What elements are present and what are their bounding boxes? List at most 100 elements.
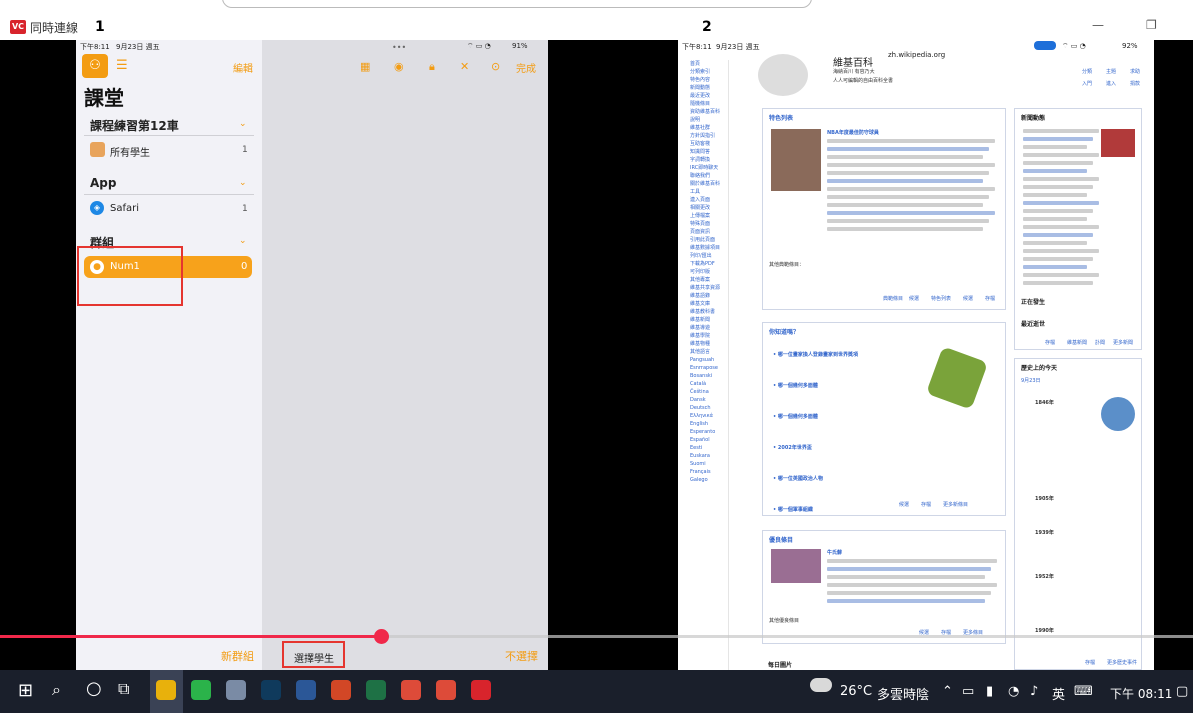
featured-link-5[interactable]: 存檔 [985, 295, 995, 303]
wiki-side-link[interactable]: 字詞轉換 [690, 156, 730, 164]
mute-icon[interactable]: ✕ [460, 60, 469, 73]
wiki-side-link[interactable]: IRC即時聊天 [690, 164, 730, 172]
dyk-link-3[interactable]: 更多新條目 [943, 501, 968, 509]
history-link-2[interactable]: 更多歷史事件 [1107, 659, 1137, 667]
wiki-side-link[interactable]: Deutsch [690, 404, 730, 412]
wiki-side-link[interactable]: Pangsuah [690, 356, 730, 364]
deselect-button[interactable]: 不選擇 [505, 648, 538, 664]
wiki-side-link[interactable]: 隨機條目 [690, 100, 730, 108]
featured-link[interactable]: NBA年度最佳防守球員 [827, 129, 879, 137]
wiki-side-link[interactable]: Suomi [690, 460, 730, 468]
ime-indicator[interactable]: 英 [1052, 684, 1065, 703]
wiki-side-link[interactable]: 列印/匯出 [690, 252, 730, 260]
wifi-icon[interactable]: ◔ [1008, 684, 1019, 699]
news-link-1[interactable]: 存檔 [1045, 339, 1055, 347]
wiki-side-link[interactable]: 特殊頁面 [690, 220, 730, 228]
notification-icon[interactable]: ▢ [1176, 684, 1188, 699]
wiki-side-link[interactable]: 說明 [690, 116, 730, 124]
tray-expand-icon[interactable]: ⌃ [942, 684, 953, 699]
history-link-1[interactable]: 存檔 [1085, 659, 1095, 667]
dyk-item[interactable]: • 2002年世界盃 [773, 434, 1001, 453]
restore-icon[interactable]: ❐ [1146, 18, 1157, 32]
wiki-side-link[interactable]: Ελληνικά [690, 412, 730, 420]
new-group-button[interactable]: 新群組 [221, 648, 254, 664]
keyboard-icon[interactable]: ⌨ [1074, 684, 1093, 699]
wiki-side-link[interactable]: 維基文庫 [690, 300, 730, 308]
top-link-categories[interactable]: 分類 [1082, 68, 1092, 76]
wiki-side-link[interactable]: 工具 [690, 188, 730, 196]
wiki-side-link[interactable]: 方針與指引 [690, 132, 730, 140]
line-icon[interactable] [185, 670, 218, 713]
wiki-side-link[interactable]: Esperanto [690, 428, 730, 436]
eye-icon[interactable]: ◉ [394, 60, 404, 73]
done-button[interactable]: 完成 [516, 60, 536, 75]
chevron-down-icon[interactable]: ⌄ [239, 236, 247, 246]
address-bar[interactable]: zh.wikipedia.org [888, 51, 945, 59]
wiki-side-link[interactable]: 維基物種 [690, 340, 730, 348]
dyk-link-2[interactable]: 存檔 [921, 501, 931, 509]
good-link[interactable]: 牛氏蘚 [827, 549, 842, 557]
excel-icon[interactable] [360, 670, 393, 713]
wiki-side-link[interactable]: 關於維基百科 [690, 180, 730, 188]
news-link-3[interactable]: 訃聞 [1095, 339, 1105, 347]
wiki-side-link[interactable]: 維基社群 [690, 124, 730, 132]
task-view-icon[interactable]: ⧉ [118, 679, 129, 699]
wiki-side-link[interactable]: 特色內容 [690, 76, 730, 84]
wiki-side-link[interactable]: Esnrrapose [690, 364, 730, 372]
chevron-down-icon[interactable]: ⌄ [239, 178, 247, 188]
sidebar-item-safari[interactable]: Safari [110, 203, 139, 214]
students-view-icon[interactable]: ⚇ [82, 54, 108, 78]
wiki-side-link[interactable]: 可列印版 [690, 268, 730, 276]
top-search-pill[interactable] [222, 0, 812, 8]
edit-button[interactable]: 編輯 [233, 60, 253, 75]
featured-link-1[interactable]: 典範條目 [883, 295, 903, 303]
wiki-side-link[interactable]: Bosanski [690, 372, 730, 380]
volume-icon[interactable]: ♪ [1030, 684, 1038, 699]
cortana-icon[interactable]: ○ [86, 678, 102, 699]
wiki-side-link[interactable]: English [690, 420, 730, 428]
wiki-side-link[interactable]: 最近更改 [690, 92, 730, 100]
wiki-side-link[interactable]: 維基共享資源 [690, 284, 730, 292]
history-date[interactable]: 9月23日 [1021, 377, 1041, 385]
wiki-side-link[interactable]: 連入頁面 [690, 196, 730, 204]
top-link-help[interactable]: 求助 [1130, 68, 1140, 76]
wiki-side-link[interactable]: 引用此頁面 [690, 236, 730, 244]
wiki-side-link[interactable]: 聯絡我們 [690, 172, 730, 180]
wiki-side-link[interactable]: Euskara [690, 452, 730, 460]
wiki-side-link[interactable]: 頁面資訊 [690, 228, 730, 236]
list-view-icon[interactable]: ☰ [116, 58, 128, 73]
wiki-side-link[interactable]: Galego [690, 476, 730, 484]
wiki-side-link[interactable]: Čeština [690, 388, 730, 396]
dyk-link-1[interactable]: 候選 [899, 501, 909, 509]
wiki-side-link[interactable]: Dansk [690, 396, 730, 404]
chrome-icon[interactable] [395, 670, 428, 713]
wiki-side-link[interactable]: 上傳檔案 [690, 212, 730, 220]
wiki-side-link[interactable]: 維基學院 [690, 332, 730, 340]
app-icon[interactable] [465, 670, 498, 713]
wiki-side-link[interactable]: 首頁 [690, 60, 730, 68]
wiki-side-link[interactable]: Français [690, 468, 730, 476]
wiki-side-link[interactable]: 相關更改 [690, 204, 730, 212]
screen-icon[interactable] [255, 670, 288, 713]
wiki-side-link[interactable]: 下載為PDF [690, 260, 730, 268]
windows-start-icon[interactable]: ⊞ [18, 680, 33, 701]
minimize-icon[interactable]: — [1092, 18, 1104, 32]
chevron-down-icon[interactable]: ⌄ [239, 119, 247, 129]
wiki-side-link[interactable]: 維基新聞 [690, 316, 730, 324]
tray-app-icon[interactable]: ▭ [962, 684, 974, 699]
wiki-side-link[interactable]: 知識問答 [690, 148, 730, 156]
wiki-side-link[interactable]: Català [690, 380, 730, 388]
powerpoint-icon[interactable] [325, 670, 358, 713]
word-icon[interactable] [290, 670, 323, 713]
sidebar-item-all-students[interactable]: 所有學生 [110, 144, 150, 159]
grid-icon[interactable]: ▦ [360, 60, 370, 73]
wiki-side-link[interactable]: Eesti [690, 444, 730, 452]
taskbar-clock[interactable]: 下午 08:11 [1110, 685, 1172, 702]
wiki-side-link[interactable]: 維基教科書 [690, 308, 730, 316]
top-link-topics[interactable]: 主題 [1106, 68, 1116, 76]
search-icon[interactable]: ⌕ [52, 680, 61, 700]
top-link-enter[interactable]: 進入 [1106, 80, 1116, 88]
wiki-side-link[interactable]: 分類索引 [690, 68, 730, 76]
wiki-side-link[interactable]: 其他語言 [690, 348, 730, 356]
microphone-icon[interactable]: ▮ [986, 684, 993, 699]
